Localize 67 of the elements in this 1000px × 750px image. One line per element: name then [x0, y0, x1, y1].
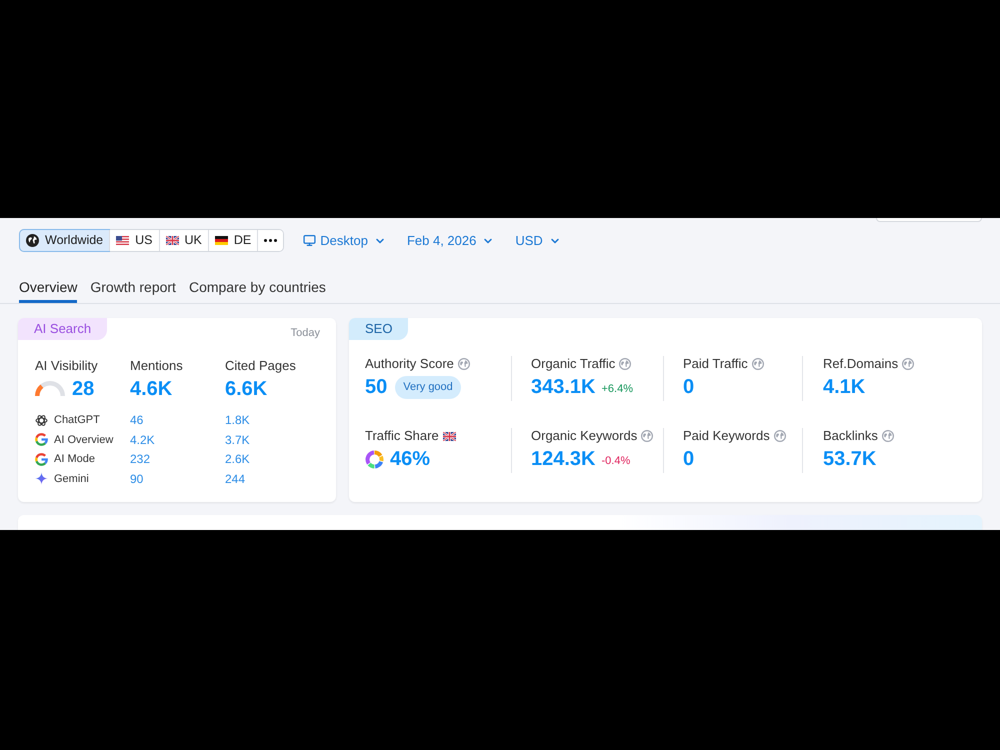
metric-label: Authority Score	[365, 356, 454, 372]
metric-value: 50	[365, 375, 388, 399]
metric-value: 6.6K	[225, 376, 268, 400]
metric-label: Mentions	[130, 358, 184, 374]
sparkle-icon	[35, 472, 48, 486]
metric-label: Ref.Domains	[823, 356, 898, 372]
globe-icon	[26, 234, 39, 247]
uk-flag-icon	[442, 432, 456, 440]
donut-icon	[365, 450, 384, 468]
globe-icon	[902, 358, 914, 370]
metric-value: 4.6K	[130, 376, 172, 400]
uk-flag-icon	[166, 236, 178, 245]
metric-value: 0	[683, 375, 694, 399]
tab[interactable]: Growth report	[90, 272, 176, 303]
change-value: -0.4%	[602, 454, 630, 470]
metric-label: Cited Pages	[225, 358, 297, 374]
cited-pages-value: 3.7K	[225, 432, 251, 449]
mentions-value: 232	[130, 451, 152, 468]
device-dropdown[interactable]: Desktop	[303, 230, 386, 250]
ai-search-tag: AI Search	[18, 318, 108, 340]
metric-label: Paid Traffic	[683, 356, 748, 372]
tab[interactable]: Compare by countries	[188, 272, 326, 303]
change-value: +6.4%	[602, 382, 633, 398]
tab[interactable]: Overview	[19, 272, 78, 303]
cited-pages-value: 244	[225, 470, 246, 488]
us-flag-icon	[116, 236, 130, 245]
date-dropdown[interactable]: Feb 4, 2026	[406, 230, 494, 250]
currency-dropdown[interactable]: USD	[515, 230, 561, 250]
metric-label: Organic Keywords	[531, 428, 638, 444]
globe-icon	[641, 430, 654, 442]
location-option[interactable]: Worldwide	[20, 230, 110, 251]
cited-pages-value: 1.8K	[225, 412, 251, 430]
metric-value: 46%	[390, 447, 430, 471]
metric-label: AI Visibility	[35, 358, 99, 374]
metric-label: Paid Keywords	[683, 428, 770, 444]
metric-label: Organic Traffic	[531, 356, 616, 372]
metric-label: Backlinks	[823, 428, 878, 444]
seo-tag: SEO	[349, 318, 408, 340]
g-logo-icon	[35, 433, 48, 446]
metric-value: 343.1K	[531, 375, 596, 399]
metric-value: 53.7K	[823, 447, 876, 471]
mentions-value: 90	[130, 470, 144, 488]
germany-flag-icon	[214, 236, 228, 245]
platform-name: AI Overview	[54, 432, 114, 448]
globe-icon	[882, 430, 894, 442]
metric-value: 124.3K	[531, 447, 596, 471]
globe-icon	[774, 430, 786, 442]
mentions-value: 46	[130, 412, 144, 430]
more-icon	[264, 239, 278, 242]
cited-pages-value: 2.6K	[225, 451, 251, 468]
knot-logo-icon	[35, 414, 48, 427]
period-label: Today	[290, 326, 320, 341]
globe-icon	[619, 358, 632, 370]
metric-label: Traffic Share	[365, 428, 439, 444]
metric-value: 0	[683, 447, 694, 471]
globe-icon	[458, 358, 470, 370]
monitor-icon	[303, 234, 316, 247]
metric-value: 4.1K	[823, 375, 866, 399]
mentions-value: 4.2K	[130, 432, 156, 449]
platform-name: AI Mode	[54, 452, 95, 467]
globe-icon	[752, 358, 764, 370]
platform-name: ChatGPT	[54, 413, 100, 428]
rating-badge: Very good	[395, 376, 461, 398]
metric-value: 28	[72, 376, 94, 400]
g-logo-icon	[35, 452, 48, 466]
more-button[interactable]	[257, 230, 284, 251]
platform-name: Gemini	[54, 472, 89, 486]
